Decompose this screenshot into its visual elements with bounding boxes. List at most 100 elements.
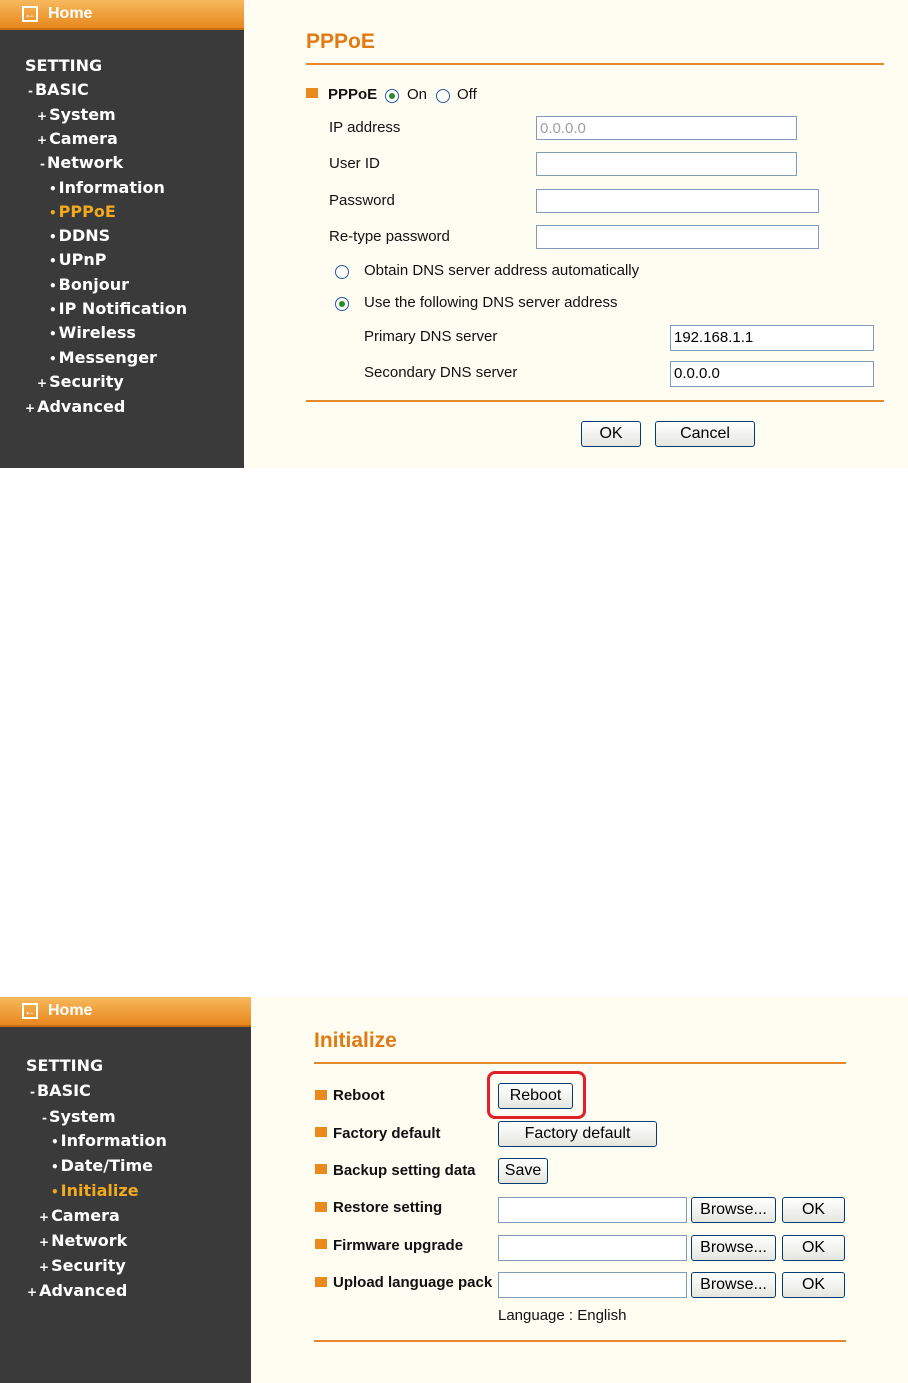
sidebar-item-security[interactable]: + Security bbox=[37, 372, 124, 391]
sidebar-item-initialize[interactable]: • Initialize bbox=[51, 1181, 139, 1200]
secondary-dns-field[interactable]: 0.0.0.0 bbox=[670, 361, 874, 387]
nav-label: Camera bbox=[49, 129, 118, 148]
cancel-button[interactable]: Cancel bbox=[655, 421, 755, 447]
sidebar: ← Home SETTING - BASIC - System • Information •… bbox=[0, 997, 251, 1383]
language-ok-button[interactable]: OK bbox=[782, 1272, 845, 1298]
nav-label: Camera bbox=[51, 1206, 120, 1225]
nav-prefix: + bbox=[27, 1285, 38, 1299]
language-file-field[interactable] bbox=[498, 1272, 687, 1298]
ok-button[interactable]: OK bbox=[581, 421, 641, 447]
sidebar-item-advanced[interactable]: + Advanced bbox=[25, 397, 125, 416]
nav-label: Wireless bbox=[58, 323, 136, 342]
primary-dns-field[interactable]: 192.168.1.1 bbox=[670, 325, 874, 351]
home-link[interactable]: ← Home bbox=[0, 997, 251, 1027]
ip-address-label: IP address bbox=[329, 119, 401, 136]
dns-auto-radio[interactable] bbox=[335, 265, 349, 279]
backup-label: Backup setting data bbox=[333, 1162, 476, 1179]
pppoe-off-radio[interactable] bbox=[436, 89, 450, 103]
title-divider bbox=[306, 63, 884, 65]
restore-label: Restore setting bbox=[333, 1199, 443, 1216]
sidebar: ← Home SETTING - BASIC + System + Camera - Netwo… bbox=[0, 0, 244, 468]
nav-label: Security bbox=[51, 1256, 126, 1275]
retype-password-label: Re-type password bbox=[329, 228, 450, 245]
user-id-field[interactable] bbox=[536, 152, 797, 176]
firmware-file-field[interactable] bbox=[498, 1235, 687, 1261]
nav-prefix: + bbox=[39, 1260, 50, 1274]
sidebar-item-date-time[interactable]: • Date/Time bbox=[51, 1156, 153, 1175]
nav-prefix: + bbox=[37, 109, 48, 123]
sidebar-item-ip-notification[interactable]: • IP Notification bbox=[49, 299, 187, 318]
user-id-label: User ID bbox=[329, 155, 380, 172]
bottom-divider bbox=[306, 400, 884, 402]
sidebar-item-upnp[interactable]: • UPnP bbox=[49, 250, 107, 269]
nav-label: Advanced bbox=[39, 1281, 128, 1300]
sidebar-item-basic[interactable]: - BASIC bbox=[28, 80, 89, 99]
nav-prefix: • bbox=[51, 1160, 59, 1174]
password-field[interactable] bbox=[536, 189, 819, 213]
firmware-ok-button[interactable]: OK bbox=[782, 1235, 845, 1261]
nav-prefix: + bbox=[39, 1235, 50, 1249]
sidebar-item-security[interactable]: + Security bbox=[39, 1256, 126, 1275]
firmware-browse-button[interactable]: Browse... bbox=[691, 1235, 776, 1261]
sidebar-item-wireless[interactable]: • Wireless bbox=[49, 323, 136, 342]
sidebar-item-basic[interactable]: - BASIC bbox=[30, 1081, 91, 1100]
retype-password-field[interactable] bbox=[536, 225, 819, 249]
save-button[interactable]: Save bbox=[498, 1158, 548, 1184]
sidebar-item-system[interactable]: + System bbox=[37, 105, 116, 124]
sidebar-item-information[interactable]: • Information bbox=[51, 1131, 167, 1150]
sidebar-item-network[interactable]: + Network bbox=[39, 1231, 127, 1250]
content-area: PPPoE PPPoE On Off IP address 0.0.0.0 Us… bbox=[244, 0, 908, 468]
nav-label: Information bbox=[58, 178, 165, 197]
nav-prefix: • bbox=[51, 1185, 59, 1199]
nav-prefix: + bbox=[37, 133, 48, 147]
sidebar-item-ddns[interactable]: • DDNS bbox=[49, 226, 110, 245]
restore-bullet bbox=[315, 1202, 327, 1212]
firmware-label: Firmware upgrade bbox=[333, 1237, 464, 1254]
title-divider bbox=[314, 1062, 846, 1064]
ip-address-field[interactable]: 0.0.0.0 bbox=[536, 116, 797, 140]
sidebar-item-pppoe[interactable]: • PPPoE bbox=[49, 202, 116, 221]
sidebar-item-messenger[interactable]: • Messenger bbox=[49, 348, 157, 367]
sidebar-item-bonjour[interactable]: • Bonjour bbox=[49, 275, 129, 294]
restore-file-field[interactable] bbox=[498, 1197, 687, 1223]
nav-label: Bonjour bbox=[58, 275, 130, 294]
reboot-bullet bbox=[315, 1090, 327, 1100]
sidebar-item-network[interactable]: - Network bbox=[40, 153, 123, 172]
back-arrow-icon: ← bbox=[22, 6, 38, 22]
content-area: Initialize Reboot Reboot Factory default… bbox=[251, 997, 908, 1383]
page-title: Initialize bbox=[314, 1029, 397, 1052]
dns-manual-label: Use the following DNS server address bbox=[364, 294, 618, 311]
reboot-button[interactable]: Reboot bbox=[498, 1083, 573, 1109]
sidebar-item-camera[interactable]: + Camera bbox=[37, 129, 118, 148]
section-bullet bbox=[306, 88, 318, 98]
nav-prefix: • bbox=[49, 327, 57, 341]
sidebar-item-advanced[interactable]: + Advanced bbox=[27, 1281, 127, 1300]
sidebar-item-camera[interactable]: + Camera bbox=[39, 1206, 120, 1225]
nav-label: UPnP bbox=[58, 250, 107, 269]
home-label: Home bbox=[48, 5, 93, 22]
language-browse-button[interactable]: Browse... bbox=[691, 1272, 776, 1298]
language-info: Language : English bbox=[498, 1307, 627, 1324]
home-link[interactable]: ← Home bbox=[0, 0, 244, 30]
sidebar-item-system[interactable]: - System bbox=[42, 1107, 116, 1126]
factory-default-button[interactable]: Factory default bbox=[498, 1121, 657, 1147]
pppoe-off-label: Off bbox=[457, 86, 477, 103]
dns-auto-label: Obtain DNS server address automatically bbox=[364, 262, 640, 279]
nav-label: System bbox=[49, 105, 116, 124]
restore-browse-button[interactable]: Browse... bbox=[691, 1197, 776, 1223]
pppoe-on-radio[interactable] bbox=[385, 89, 399, 103]
nav-label: BASIC bbox=[34, 80, 89, 99]
nav-label: Advanced bbox=[37, 397, 126, 416]
nav-prefix: - bbox=[28, 84, 33, 98]
restore-ok-button[interactable]: OK bbox=[782, 1197, 845, 1223]
nav-label: Initialize bbox=[60, 1181, 139, 1200]
dns-manual-radio[interactable] bbox=[335, 297, 349, 311]
sidebar-item-information[interactable]: • Information bbox=[49, 178, 165, 197]
primary-dns-label: Primary DNS server bbox=[364, 328, 498, 345]
nav-label: PPPoE bbox=[58, 202, 116, 221]
home-label: Home bbox=[48, 1002, 93, 1019]
nav-label: System bbox=[48, 1107, 116, 1126]
nav-prefix: • bbox=[49, 182, 57, 196]
nav-prefix: - bbox=[42, 1111, 47, 1125]
nav-prefix: + bbox=[37, 376, 48, 390]
